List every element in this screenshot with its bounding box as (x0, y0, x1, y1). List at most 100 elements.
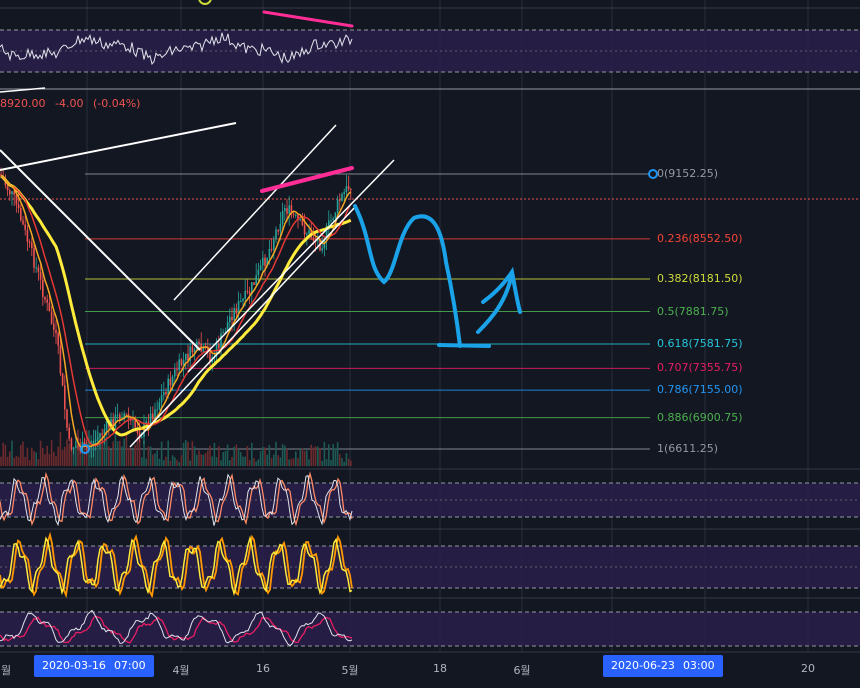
fib-anchor-handle-top[interactable] (648, 169, 658, 179)
price-change-percent: (-0.04%) (92, 97, 141, 110)
candle-body (306, 233, 308, 235)
fib-level-price: (7155.00) (688, 383, 743, 397)
volume-bar (328, 444, 330, 466)
volume-bar (169, 460, 172, 466)
candle-body (191, 346, 194, 353)
candle-body (273, 239, 275, 250)
candle-body (53, 323, 55, 330)
candle-body (341, 193, 343, 201)
candle-body (165, 392, 167, 395)
volume-bar (317, 446, 319, 466)
volume-bar (152, 454, 154, 466)
volume-bar (39, 440, 42, 466)
candle-body (156, 409, 158, 411)
volume-bar (297, 458, 299, 466)
candle-body (35, 267, 37, 269)
volume-bar (20, 444, 22, 466)
volume-bar (53, 451, 55, 466)
candle-body (94, 439, 97, 442)
fib-level-price: (7355.75) (688, 361, 743, 375)
candle-body (125, 413, 128, 415)
volume-bar (143, 440, 145, 466)
candle-body (334, 212, 337, 219)
candle-body (163, 392, 165, 396)
candle-body (281, 211, 284, 224)
volume-bar (277, 455, 279, 466)
volume-bar (284, 445, 286, 466)
candle-body (312, 237, 315, 241)
candle-body (345, 186, 348, 192)
volume-bar (24, 456, 26, 466)
candle-body (257, 269, 260, 276)
candle-body (198, 341, 200, 344)
candle-body (42, 279, 44, 297)
volume-bar (66, 439, 68, 466)
candle-body (229, 316, 231, 323)
candle-body (11, 191, 13, 195)
candle-body (141, 436, 143, 438)
candle-body (347, 186, 350, 189)
volume-bar (198, 450, 200, 466)
time-axis-tick: 6월 (513, 664, 531, 677)
fib-level-label: 1(6611.25) (657, 443, 718, 455)
fib-level-price: (7581.75) (688, 336, 743, 350)
volume-bar (343, 461, 345, 466)
volume-bar (242, 456, 244, 466)
candle-body (277, 229, 279, 232)
volume-bar (229, 460, 231, 466)
fib-level-label: 0(9152.25) (657, 168, 718, 180)
candle-body (288, 205, 290, 214)
volume-bar (50, 440, 53, 466)
volume-bar (55, 456, 57, 466)
volume-bar (273, 454, 275, 466)
volume-bar (215, 457, 218, 466)
volume-bar (70, 449, 73, 466)
candle-body (185, 353, 187, 361)
volume-bar (292, 458, 295, 466)
volume-bar (37, 459, 40, 466)
candle-body (180, 359, 183, 366)
time-axis-tick: 16 (256, 662, 270, 675)
volume-bar (123, 438, 125, 466)
candle-body (253, 282, 255, 285)
candle-body (9, 190, 11, 195)
volume-bar (17, 456, 20, 466)
volume-bar (279, 457, 282, 466)
volume-bar (46, 445, 48, 466)
volume-bar (310, 444, 312, 466)
volume-bar (220, 460, 222, 466)
volume-bar (321, 460, 323, 466)
candle-body (323, 240, 326, 249)
candle-body (235, 308, 238, 314)
candle-body (284, 208, 286, 212)
volume-bar (134, 444, 136, 466)
volume-bar (226, 444, 229, 466)
volume-bar (281, 444, 284, 466)
volume-bar (145, 458, 147, 466)
candle-body (248, 291, 251, 294)
candle-body (330, 220, 332, 222)
candle-body (103, 429, 106, 434)
candle-body (119, 414, 121, 420)
volume-bar (347, 458, 350, 466)
volume-bar (301, 448, 304, 466)
fib-level-ratio: 0.786 (657, 383, 689, 397)
fib-level-label: 0.618(7581.75) (657, 336, 743, 350)
volume-bar (33, 451, 35, 466)
volume-bar (163, 460, 165, 466)
candle-body (169, 378, 172, 386)
fib-anchor-handle-bottom[interactable] (80, 444, 90, 454)
candle-body (279, 223, 282, 232)
volume-bar (222, 452, 224, 466)
candle-body (244, 290, 246, 299)
time-axis-tick: 18 (433, 662, 447, 675)
volume-bar (13, 457, 15, 466)
candle-body (264, 257, 266, 266)
candle-body (46, 299, 48, 303)
fib-level-ratio: 0.618 (657, 336, 689, 350)
fib-level-ratio: 0.886 (657, 410, 689, 424)
candle-body (66, 409, 68, 428)
volume-bar (160, 441, 163, 466)
candle-body (270, 248, 273, 250)
volume-bar (59, 431, 62, 466)
